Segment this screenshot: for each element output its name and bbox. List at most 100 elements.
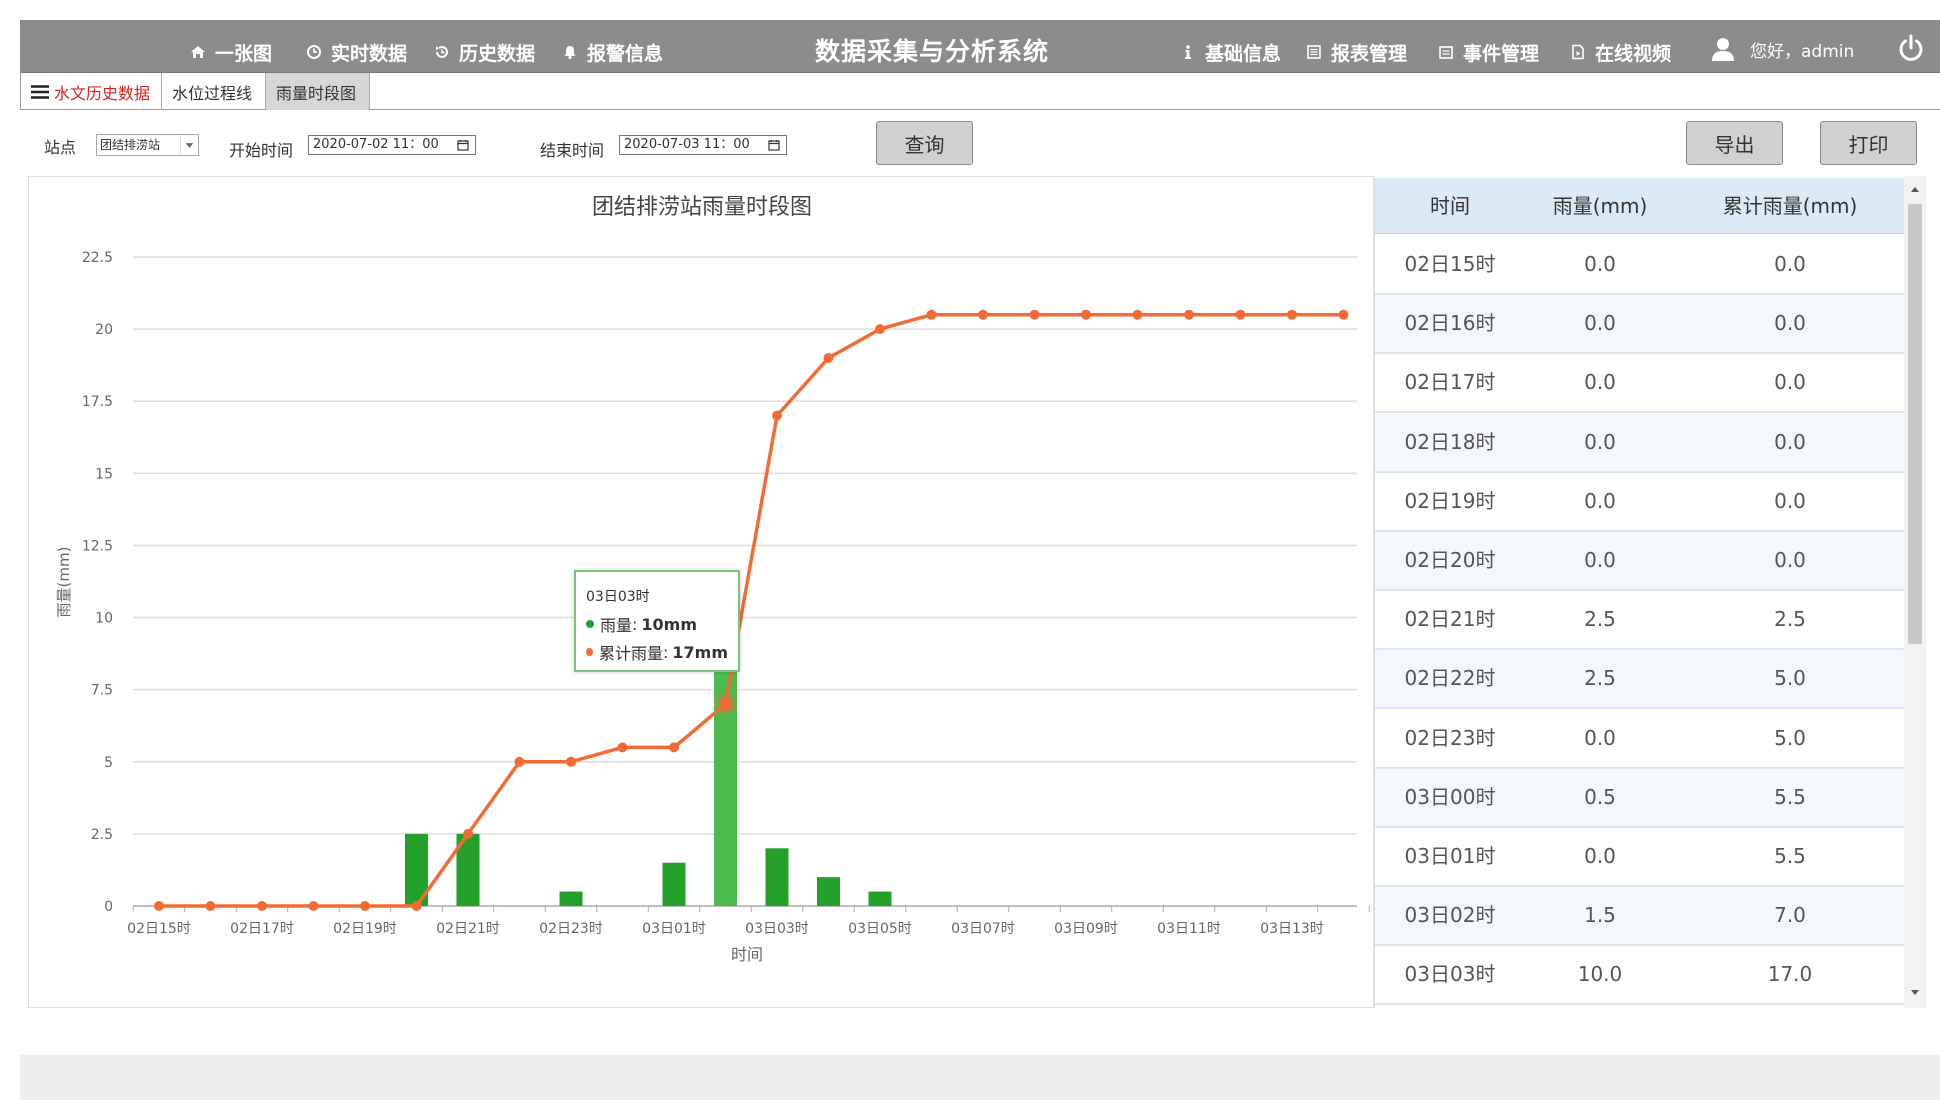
cell-cumulative: 5.0 [1774, 725, 1806, 750]
point-cumulative [1235, 309, 1246, 320]
nav-item-realtime[interactable]: 实时数据 [306, 40, 407, 65]
cell-rainfall: 0.0 [1584, 548, 1616, 572]
table-scrollbar[interactable] [1904, 176, 1926, 1008]
nav-label: 基础信息 [1205, 42, 1282, 65]
x-tick-label: 03日13时 [1260, 921, 1324, 937]
point-cumulative [257, 901, 267, 911]
cell-rainfall: 1.5 [1584, 903, 1616, 928]
nav-label: 事件管理 [1463, 42, 1540, 65]
station-select[interactable]: 团结排涝站 [96, 134, 199, 156]
point-cumulative [719, 697, 732, 711]
tab-hydro-history[interactable]: 水文历史数据 [21, 73, 162, 110]
nav-item-history[interactable]: 历史数据 [434, 40, 536, 65]
table-row: 03日01时 0.0 5.5 [1375, 828, 1904, 887]
scrollbar-thumb[interactable] [1908, 204, 1922, 644]
table-row: 03日00时 0.5 5.5 [1375, 768, 1904, 828]
tab-label: 雨量时段图 [276, 83, 357, 103]
x-tick-label: 03日07时 [951, 921, 1015, 937]
x-tick-label: 03日03时 [745, 921, 809, 937]
x-tick-label: 03日01时 [642, 921, 706, 937]
tooltip-series-value: 10mm [641, 614, 698, 634]
scroll-up-icon[interactable] [1909, 184, 1921, 194]
tab-rainfall[interactable]: 雨量时段图 [266, 73, 370, 110]
query-button[interactable]: 查询 [876, 121, 973, 165]
cell-cumulative: 0.0 [1774, 429, 1806, 454]
point-cumulative [360, 901, 370, 911]
legend-dot [586, 620, 594, 628]
cell-time: 02日21时 [1404, 607, 1496, 632]
nav-label: 历史数据 [459, 42, 536, 65]
cell-time: 02日18时 [1404, 429, 1496, 454]
scroll-down-icon[interactable] [1909, 988, 1921, 998]
x-tick-label: 02日21时 [436, 921, 500, 937]
nav-item-basic-info[interactable]: 基础信息 [1180, 40, 1282, 65]
bar-rainfall [559, 891, 583, 906]
nav-item-alarm[interactable]: 报警信息 [562, 40, 663, 65]
start-time-input[interactable]: 2020-07-02 11：00 [308, 135, 476, 155]
table-row: 03日03时 10.0 17.0 [1375, 946, 1904, 1006]
user-icon [1712, 38, 1734, 61]
x-tick-label: 03日11时 [1157, 921, 1221, 937]
nav-item-reports[interactable]: 报表管理 [1306, 40, 1408, 65]
nav-item-events[interactable]: 事件管理 [1438, 40, 1540, 65]
y-tick-label: 10 [95, 611, 113, 627]
tooltip-series-name: 累计雨量 [598, 644, 663, 663]
table-row: 02日22时 2.5 5.0 [1375, 650, 1904, 710]
cell-time: 02日19时 [1404, 488, 1496, 513]
station-value: 团结排涝站 [100, 138, 161, 152]
cell-rainfall: 0.0 [1584, 725, 1616, 750]
print-button[interactable]: 打印 [1820, 121, 1917, 165]
bar-rainfall [662, 862, 686, 906]
x-tick-label: 02日19时 [333, 921, 397, 937]
table-row: 03日02时 1.5 7.0 [1375, 887, 1904, 947]
cell-time: 03日01时 [1404, 844, 1496, 868]
calendar-icon[interactable] [457, 139, 469, 151]
history-icon [436, 46, 448, 58]
tooltip-series-value: 17mm [672, 642, 728, 662]
x-tick-label: 02日15时 [127, 921, 191, 937]
tooltip-series-name: 雨量 [600, 616, 633, 635]
end-time-input[interactable]: 2020-07-03 11：00 [619, 135, 787, 155]
cell-rainfall: 0.0 [1584, 370, 1616, 395]
cell-cumulative: 7.0 [1774, 903, 1806, 928]
point-cumulative [926, 309, 937, 320]
point-cumulative [875, 324, 885, 335]
point-cumulative [566, 756, 576, 767]
y-tick-label: 2.5 [91, 827, 113, 843]
top-navbar: 一张图 实时数据 历史数据 报警信息 数据采集与分析系统 基础信息 报表管理 事… [20, 20, 1940, 72]
point-cumulative [1081, 309, 1091, 320]
nav-item-video[interactable]: 在线视频 [1570, 40, 1671, 65]
table-row: 02日15时 0.0 0.0 [1375, 236, 1904, 295]
x-tick-label: 02日17时 [230, 921, 294, 937]
station-label: 站点 [44, 138, 77, 157]
cell-cumulative: 0.0 [1774, 488, 1806, 513]
tab-bar: 水文历史数据 水位过程线 雨量时段图 [20, 72, 1940, 110]
tab-water-level[interactable]: 水位过程线 [162, 73, 266, 110]
point-cumulative [1184, 309, 1194, 320]
calendar-icon[interactable] [768, 139, 780, 151]
point-cumulative [205, 901, 216, 911]
cell-time: 03日02时 [1404, 903, 1496, 928]
point-cumulative [669, 742, 679, 753]
cell-time: 03日00时 [1404, 784, 1496, 809]
cell-rainfall: 10.0 [1577, 962, 1623, 987]
user-menu[interactable]: 您好，admin [1710, 36, 1854, 62]
menu-icon [31, 84, 49, 99]
cell-time: 02日16时 [1404, 311, 1496, 336]
bar-rainfall [765, 848, 789, 906]
y-tick-label: 22.5 [82, 250, 113, 266]
cell-rainfall: 0.0 [1584, 844, 1616, 868]
home-icon [191, 46, 205, 58]
nav-item-map[interactable]: 一张图 [190, 40, 272, 65]
y-tick-label: 17.5 [82, 394, 113, 410]
power-icon[interactable] [1896, 33, 1926, 63]
cell-rainfall: 0.0 [1584, 429, 1616, 454]
cell-cumulative: 5.5 [1774, 844, 1806, 868]
point-cumulative [463, 828, 473, 839]
report-icon [1307, 45, 1321, 59]
nav-label: 报表管理 [1331, 42, 1408, 65]
table-row: 02日17时 0.0 0.0 [1375, 354, 1904, 414]
cell-cumulative: 5.5 [1774, 784, 1806, 809]
cell-time: 02日22时 [1404, 666, 1496, 691]
export-button[interactable]: 导出 [1686, 121, 1783, 165]
